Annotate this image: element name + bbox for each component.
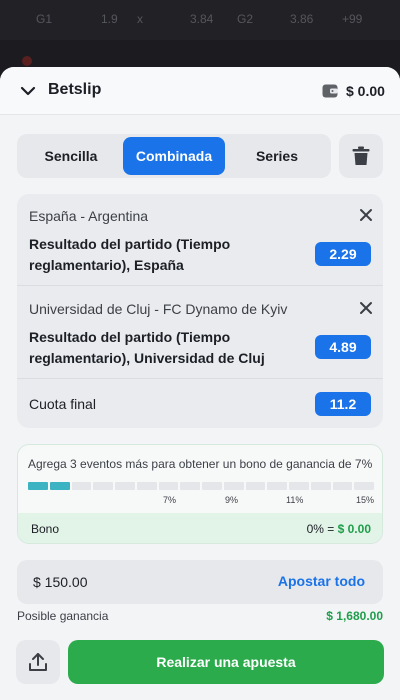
wallet-icon [322, 84, 338, 98]
bonus-tier-label: 9% [225, 495, 239, 505]
background-odds-row: G1 1.9 x 3.84 G2 3.86 +99 [0, 0, 400, 40]
bet-odds: 2.29 [315, 242, 371, 266]
bonus-box: Agrega 3 eventos más para obtener un bon… [17, 444, 383, 544]
bonus-value: 0% = $ 0.00 [307, 522, 371, 536]
possible-win-label: Posible ganancia [17, 609, 109, 623]
progress-segment [289, 482, 309, 490]
bg-odd-1: 1.9 [101, 12, 118, 26]
bg-draw: x [137, 12, 143, 26]
bet-odds: 4.89 [315, 335, 371, 359]
final-odds-row: Cuota final 11.2 [17, 380, 383, 428]
bonus-progress-bar [28, 482, 374, 490]
bonus-percent: 0% = [306, 522, 335, 536]
share-icon [29, 653, 47, 671]
bet-item: Universidad de Cluj - FC Dynamo de Kyiv … [17, 287, 383, 379]
progress-segment [332, 482, 353, 490]
bg-more: +99 [342, 12, 363, 26]
final-odds-label: Cuota final [29, 396, 96, 412]
bonus-message: Agrega 3 eventos más para obtener un bon… [28, 457, 373, 471]
stake-value: $ 150.00 [33, 574, 88, 590]
progress-segment [180, 482, 200, 490]
progress-segment [28, 482, 48, 490]
progress-segment [354, 482, 374, 490]
chevron-down-icon[interactable] [18, 81, 38, 101]
clear-betslip-button[interactable] [339, 134, 383, 178]
bonus-footer: Bono 0% = $ 0.00 [18, 513, 382, 543]
bonus-tier-label: 7% [163, 495, 177, 505]
bonus-tier-label: 11% [286, 495, 304, 505]
bg-odd-x: 3.84 [190, 12, 214, 26]
place-bet-button[interactable]: Realizar una apuesta [68, 640, 384, 684]
bet-type-tabs: Sencilla Combinada Series [17, 134, 331, 178]
bonus-amount: $ 0.00 [337, 522, 371, 536]
close-icon[interactable] [359, 301, 373, 315]
bets-card: España - Argentina Resultado del partido… [17, 194, 383, 428]
tab-series[interactable]: Series [226, 137, 328, 175]
share-button[interactable] [16, 640, 60, 684]
progress-segment [49, 482, 70, 490]
progress-segment [267, 482, 287, 490]
progress-segment [136, 482, 157, 490]
bet-item: España - Argentina Resultado del partido… [17, 194, 383, 286]
bet-all-button[interactable]: Apostar todo [278, 573, 365, 589]
trash-icon [352, 146, 370, 165]
bonus-tier-label: 15% [356, 495, 375, 505]
balance: $ 0.00 [346, 83, 385, 99]
betslip-sheet: Betslip $ 0.00 Sencilla Combinada Series… [0, 67, 400, 700]
bet-match: España - Argentina [29, 208, 149, 224]
close-icon[interactable] [359, 208, 373, 222]
tab-combinada[interactable]: Combinada [123, 137, 225, 175]
bg-odd-2: 3.86 [290, 12, 314, 26]
betslip-title: Betslip [48, 81, 102, 98]
progress-segment [158, 482, 179, 490]
live-dot-icon [22, 56, 32, 66]
betslip-header[interactable]: Betslip $ 0.00 [0, 67, 400, 115]
progress-segment [223, 482, 244, 490]
progress-segment [310, 482, 331, 490]
progress-segment [245, 482, 266, 490]
bet-selection: Resultado del partido (Tiempo reglamenta… [29, 236, 231, 273]
stake-input[interactable]: $ 150.00 Apostar todo [17, 560, 383, 604]
progress-segment [71, 482, 92, 490]
bet-match: Universidad de Cluj - FC Dynamo de Kyiv [29, 301, 288, 317]
bg-team-1: G1 [36, 12, 53, 26]
progress-segment [115, 482, 135, 490]
bonus-label: Bono [31, 522, 60, 536]
bet-selection: Resultado del partido (Tiempo reglamenta… [29, 329, 265, 366]
tab-sencilla[interactable]: Sencilla [20, 137, 122, 175]
bg-team-2: G2 [237, 12, 254, 26]
progress-segment [93, 482, 113, 490]
final-odds-value: 11.2 [315, 392, 371, 416]
possible-win-value: $ 1,680.00 [326, 609, 383, 623]
progress-segment [202, 482, 222, 490]
